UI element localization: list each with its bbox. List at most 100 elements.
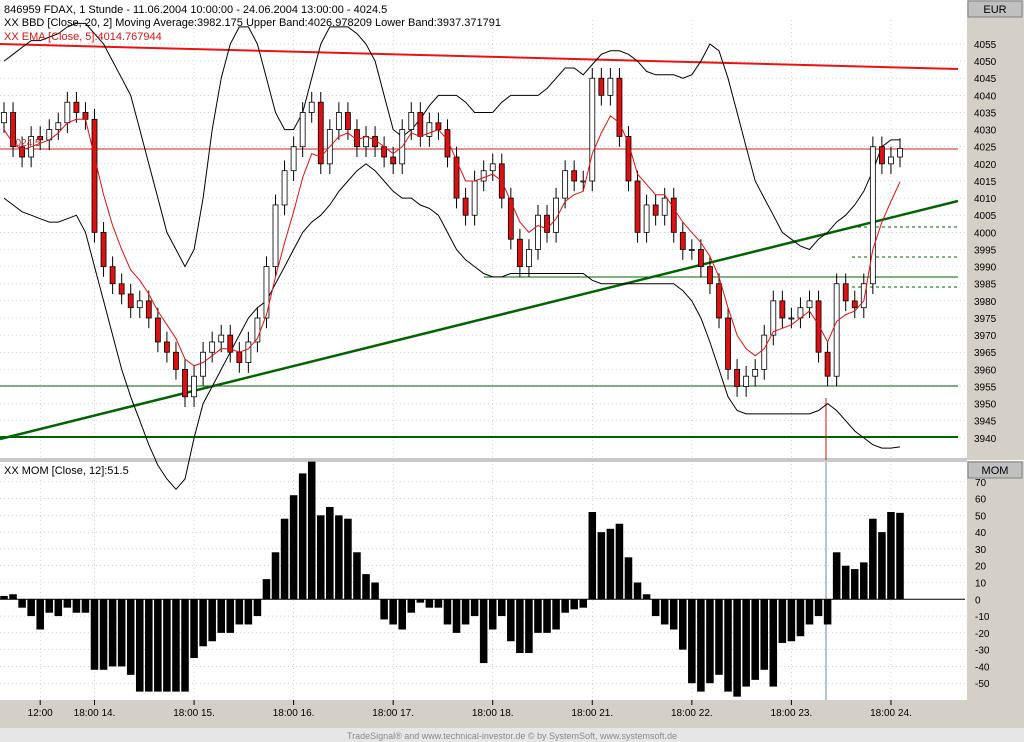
candle-body — [707, 266, 713, 285]
candle-body — [842, 283, 849, 302]
candle-body — [716, 283, 722, 319]
candle-body — [390, 156, 397, 165]
momentum-bar — [669, 599, 678, 630]
candle-body — [236, 351, 243, 363]
candle-body — [480, 170, 487, 182]
candle-body — [725, 317, 731, 370]
momentum-bar — [452, 599, 461, 633]
momentum-bar — [733, 599, 741, 697]
momentum-tick-label: 50 — [975, 511, 987, 522]
candle-body — [145, 300, 152, 319]
candle-body — [544, 214, 550, 233]
candle-body — [73, 101, 80, 113]
momentum-bar — [443, 599, 452, 625]
candle-body — [209, 341, 216, 353]
momentum-tick-label: -10 — [975, 612, 990, 623]
momentum-tick-label: -20 — [975, 629, 990, 640]
candle-body — [136, 300, 143, 309]
candle-body — [164, 341, 170, 353]
price-tick-label: 4040 — [974, 91, 997, 102]
momentum-bar — [99, 599, 108, 670]
momentum-bar — [706, 599, 714, 684]
candle-body — [435, 122, 442, 131]
momentum-bar — [606, 528, 615, 600]
candle-body — [308, 101, 315, 113]
momentum-bar — [633, 582, 642, 600]
candle-body — [824, 351, 831, 377]
candle-body — [888, 156, 894, 165]
price-tick-label: 3950 — [974, 400, 997, 411]
candle-body — [589, 77, 596, 182]
momentum-bar — [561, 599, 569, 613]
momentum-bar — [81, 599, 90, 613]
momentum-bar — [262, 579, 271, 600]
candle-body — [652, 204, 659, 216]
candle-body — [752, 368, 759, 377]
last-price-label: 4024.5 — [10, 138, 41, 149]
price-tick-label: 4025 — [974, 143, 997, 154]
momentum-bar — [814, 599, 823, 617]
candle-body — [869, 146, 876, 285]
momentum-bar — [534, 599, 542, 633]
candle-body — [55, 122, 62, 131]
candle-body — [761, 334, 768, 370]
candle-body — [100, 231, 107, 268]
momentum-bar — [624, 557, 633, 600]
candle-body — [200, 351, 207, 377]
price-tick-label: 4045 — [974, 74, 997, 85]
momentum-bar — [54, 599, 63, 617]
candle-body — [272, 204, 279, 268]
price-tick-label: 4010 — [974, 194, 997, 205]
momentum-bar — [488, 599, 497, 630]
momentum-bar — [887, 512, 895, 600]
momentum-bar — [163, 599, 171, 692]
momentum-bar — [199, 599, 207, 647]
candle-body — [851, 300, 858, 309]
momentum-tick-label: 20 — [975, 562, 987, 573]
momentum-tick-label: 30 — [975, 545, 987, 556]
price-tick-label: 3970 — [974, 331, 997, 342]
candle-body — [173, 351, 179, 370]
momentum-tick-label: -50 — [975, 679, 990, 690]
momentum-bar — [0, 595, 8, 600]
momentum-bar — [407, 599, 416, 613]
momentum-tick-label: 40 — [975, 528, 987, 539]
candle-body — [281, 170, 288, 206]
time-tick-label: 18:00 24. — [870, 708, 912, 719]
momentum-tick-label: -30 — [975, 646, 990, 657]
candle-body — [526, 249, 532, 268]
candle-body — [417, 112, 424, 137]
time-tick-label: 12:00 — [28, 708, 53, 719]
candle-body — [516, 238, 523, 268]
momentum-bar — [479, 599, 488, 664]
candle-body — [489, 163, 496, 172]
momentum-bar — [117, 599, 126, 667]
momentum-bar — [778, 599, 787, 643]
momentum-tick-label: 70 — [975, 478, 987, 489]
fdax-chart: EUR MOM 3940 3945 3950 3955 3960 3965 3970 3975… — [0, 0, 1024, 742]
momentum-bar — [869, 518, 877, 600]
candle-body — [734, 368, 740, 387]
momentum-bar — [289, 495, 298, 600]
chart-title: 846959 FDAX, 1 Stunde - 11.06.2004 10:00… — [4, 4, 387, 16]
momentum-bar — [787, 599, 796, 642]
momentum-bar — [823, 599, 832, 625]
momentum-legend: XX MOM [Close, 12]:51.5 — [4, 465, 129, 477]
momentum-bar — [651, 599, 660, 617]
momentum-bar — [543, 599, 551, 633]
candle-body — [191, 375, 197, 398]
price-tick-label: 3975 — [974, 314, 997, 325]
candle-body — [182, 368, 188, 398]
candle-body — [634, 180, 641, 233]
panel-separator[interactable] — [0, 458, 967, 462]
momentum-bar — [516, 599, 524, 653]
candle-body — [82, 112, 89, 120]
candle-body — [697, 249, 704, 268]
eur-label: EUR — [983, 4, 1006, 16]
momentum-bar — [126, 599, 135, 675]
price-tick-label: 4055 — [974, 40, 997, 51]
momentum-bar — [344, 518, 352, 600]
candle-body — [363, 136, 369, 148]
candle-body — [878, 146, 885, 165]
momentum-bar — [896, 512, 904, 600]
